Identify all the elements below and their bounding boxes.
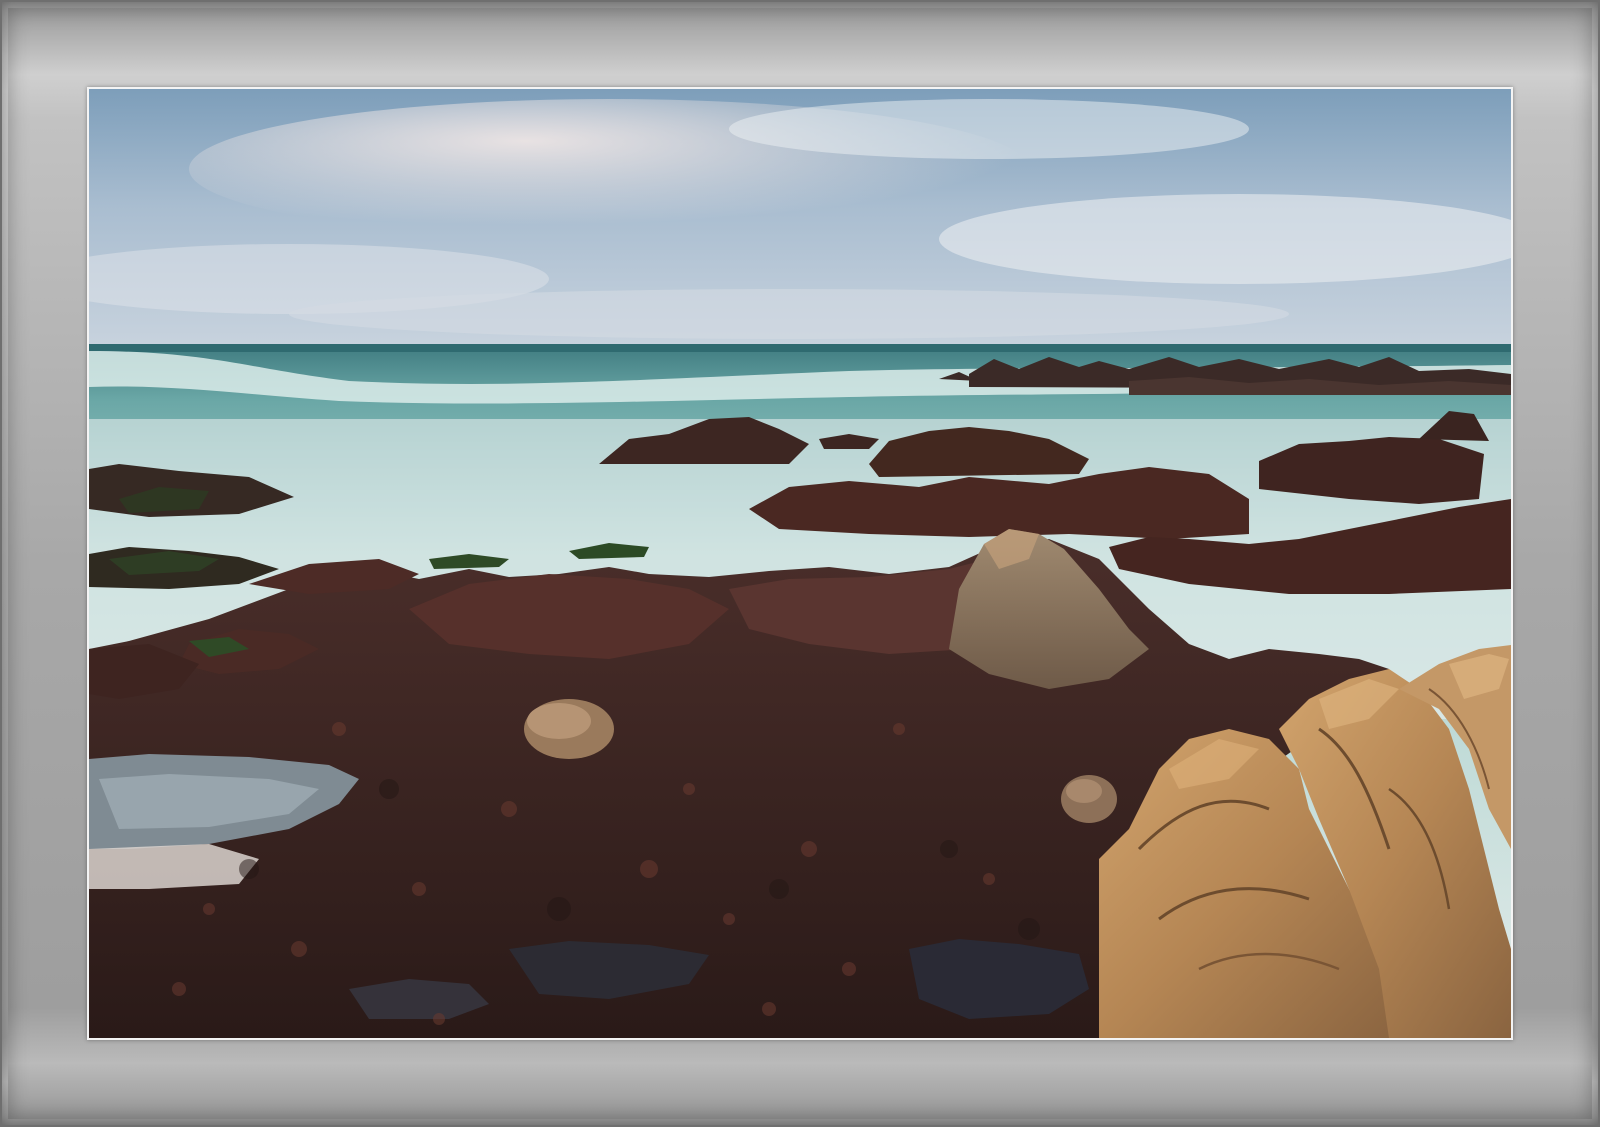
photo-mat xyxy=(87,87,1513,1040)
coastline-scene xyxy=(89,89,1511,1038)
coastal-photograph xyxy=(89,89,1511,1038)
picture-frame xyxy=(0,0,1600,1127)
